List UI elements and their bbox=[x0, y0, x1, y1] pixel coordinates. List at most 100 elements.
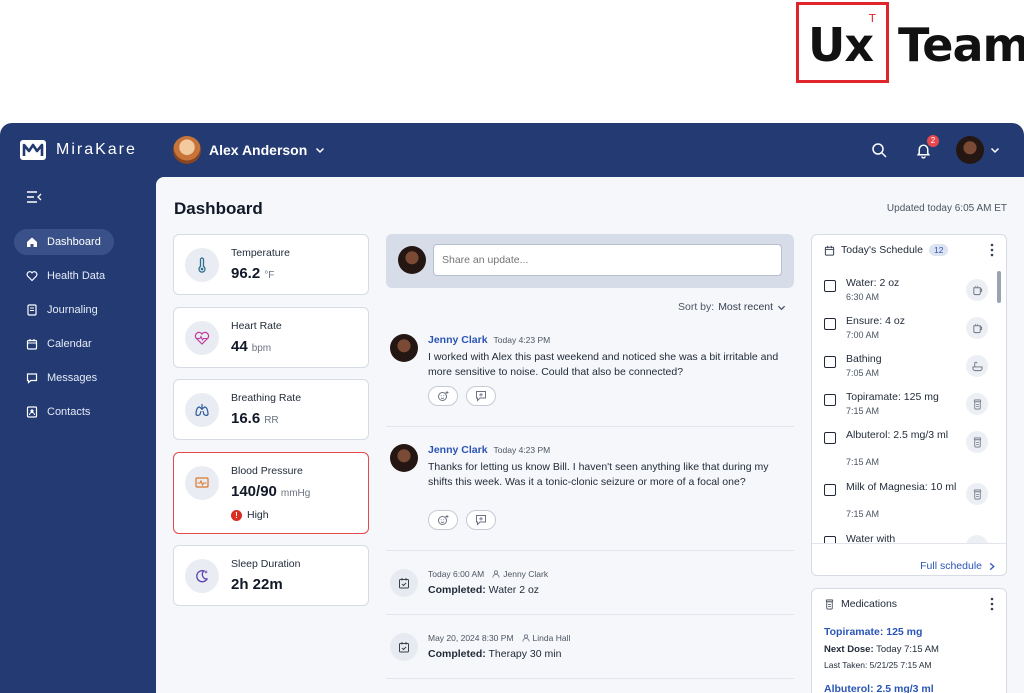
notifications-button[interactable]: 2 bbox=[912, 135, 939, 161]
schedule-list[interactable]: Water: 2 oz 6:30 AM Ensure: 4 oz 7:00 AM… bbox=[812, 271, 1006, 543]
vital-unit: mmHg bbox=[280, 488, 311, 499]
patient-name: Alex Anderson bbox=[209, 142, 308, 158]
share-update-input[interactable] bbox=[433, 244, 782, 276]
reply-button[interactable] bbox=[466, 510, 496, 530]
schedule-item-time: 7:00 AM bbox=[846, 330, 880, 340]
sidebar-item-contacts[interactable]: Contacts bbox=[14, 399, 144, 425]
schedule-checkbox[interactable] bbox=[824, 432, 836, 444]
activity-icon-wrap bbox=[390, 633, 418, 661]
vital-card-temperature[interactable]: Temperature 96.2 °F bbox=[173, 234, 369, 295]
feed-divider bbox=[386, 678, 794, 679]
react-button[interactable] bbox=[428, 510, 458, 530]
heart-icon bbox=[26, 271, 38, 282]
reply-button[interactable] bbox=[466, 386, 496, 406]
patient-selector[interactable]: Alex Anderson bbox=[173, 136, 325, 164]
schedule-item-name: Milk of Magnesia: 10 ml bbox=[846, 481, 957, 493]
vital-value: 16.6 RR bbox=[231, 410, 279, 427]
schedule-scrollbar[interactable] bbox=[997, 271, 1001, 303]
lungs-icon bbox=[195, 404, 209, 416]
patient-avatar bbox=[173, 136, 201, 164]
author-avatar bbox=[390, 334, 418, 362]
sidebar-item-health-data[interactable]: Health Data bbox=[14, 263, 144, 289]
post-author[interactable]: Jenny Clark bbox=[428, 444, 488, 456]
share-update-card bbox=[386, 234, 794, 288]
post-author[interactable]: Jenny Clark bbox=[428, 334, 488, 346]
sidebar-item-messages[interactable]: Messages bbox=[14, 365, 144, 391]
feed-post: Jenny Clark Today 4:23 PM Thanks for let… bbox=[390, 444, 794, 534]
sidebar-item-journaling[interactable]: Journaling bbox=[14, 297, 144, 323]
schedule-checkbox[interactable] bbox=[824, 318, 836, 330]
more-options-icon[interactable] bbox=[986, 596, 998, 612]
react-button[interactable] bbox=[428, 386, 458, 406]
schedule-item: Water: 2 oz 6:30 AM bbox=[824, 277, 994, 311]
sidebar-item-dashboard[interactable]: Dashboard bbox=[14, 229, 114, 255]
vital-unit: bpm bbox=[251, 343, 272, 354]
schedule-count-badge: 12 bbox=[928, 244, 949, 256]
activity-text: Completed: Therapy 30 min bbox=[428, 648, 562, 660]
schedule-checkbox[interactable] bbox=[824, 356, 836, 368]
journal-icon bbox=[27, 304, 37, 316]
vital-value: 44 bpm bbox=[231, 338, 272, 355]
emoji-add-icon bbox=[438, 515, 449, 525]
app-logo[interactable]: MiraKare bbox=[20, 140, 137, 160]
schedule-checkbox[interactable] bbox=[824, 280, 836, 292]
schedule-item-icon-wrap bbox=[966, 431, 988, 453]
schedule-item-name: Bathing bbox=[846, 353, 882, 365]
schedule-item-icon-wrap bbox=[966, 483, 988, 505]
post-time: Today 4:23 PM bbox=[493, 335, 551, 345]
medication-name[interactable]: Albuterol: 2.5 mg/3 ml bbox=[824, 683, 934, 693]
user-avatar bbox=[398, 246, 426, 274]
vital-card-sleep-duration[interactable]: Sleep Duration 2h 22m bbox=[173, 545, 369, 606]
vital-label: Blood Pressure bbox=[231, 465, 303, 477]
post-header: Jenny Clark Today 4:23 PM bbox=[428, 334, 550, 346]
sort-label: Sort by: bbox=[678, 301, 715, 313]
vital-label: Sleep Duration bbox=[231, 558, 301, 570]
schedule-checkbox[interactable] bbox=[824, 394, 836, 406]
user-menu[interactable] bbox=[956, 136, 1000, 164]
schedule-item: Topiramate: 125 mg 7:15 AM bbox=[824, 391, 994, 425]
calendar-icon bbox=[26, 339, 38, 350]
pill-bottle-icon bbox=[973, 437, 981, 447]
reply-icon bbox=[476, 391, 486, 402]
full-schedule-link[interactable]: Full schedule bbox=[920, 560, 996, 572]
schedule-item: Milk of Magnesia: 10 ml 7:15 AM bbox=[824, 481, 994, 527]
schedule-checkbox[interactable] bbox=[824, 536, 836, 543]
sidebar-item-label: Contacts bbox=[47, 406, 91, 418]
vital-value: 96.2 °F bbox=[231, 265, 275, 282]
feed-divider bbox=[386, 426, 794, 427]
sort-value: Most recent bbox=[718, 301, 774, 313]
vital-value: 2h 22m bbox=[231, 576, 283, 593]
logo-superscript: T bbox=[869, 12, 876, 25]
vital-card-breathing-rate[interactable]: Breathing Rate 16.6 RR bbox=[173, 379, 369, 440]
vital-card-heart-rate[interactable]: Heart Rate 44 bpm bbox=[173, 307, 369, 368]
home-icon bbox=[27, 237, 37, 247]
sidebar-item-calendar[interactable]: Calendar bbox=[14, 331, 144, 357]
search-button[interactable] bbox=[868, 139, 890, 161]
message-icon bbox=[26, 373, 38, 384]
chevron-down-icon bbox=[990, 147, 1000, 154]
collapse-menu-icon[interactable] bbox=[26, 190, 42, 204]
vital-icon-wrap bbox=[185, 559, 219, 593]
schedule-item-icon-wrap bbox=[966, 393, 988, 415]
schedule-item: Water with bbox=[824, 533, 994, 543]
medication-name[interactable]: Topiramate: 125 mg bbox=[824, 626, 922, 638]
chevron-down-icon bbox=[777, 305, 786, 310]
activity-user: Linda Hall bbox=[521, 633, 570, 643]
schedule-item-icon-wrap bbox=[966, 317, 988, 339]
chevron-down-icon bbox=[316, 147, 325, 154]
vital-card-blood-pressure[interactable]: Blood Pressure 140/90 mmHg ! High bbox=[173, 452, 369, 534]
vital-unit: RR bbox=[264, 415, 279, 426]
more-options-icon[interactable] bbox=[986, 242, 998, 258]
alert-icon: ! bbox=[231, 509, 242, 521]
page-root: Ux T Team MiraKare Alex Anderson 2 Dashb… bbox=[0, 0, 1024, 693]
pill-bottle-icon bbox=[973, 489, 981, 499]
feed-divider bbox=[386, 614, 794, 615]
thermometer-icon bbox=[198, 257, 206, 273]
schedule-checkbox[interactable] bbox=[824, 484, 836, 496]
schedule-item-time: 6:30 AM bbox=[846, 292, 880, 302]
schedule-item-name: Water with bbox=[846, 533, 896, 543]
post-time: Today 4:23 PM bbox=[493, 445, 551, 455]
schedule-item-icon-wrap bbox=[966, 279, 988, 301]
schedule-header: Today's Schedule 12 bbox=[824, 244, 949, 256]
sort-dropdown[interactable]: Sort by: Most recent bbox=[678, 301, 786, 313]
